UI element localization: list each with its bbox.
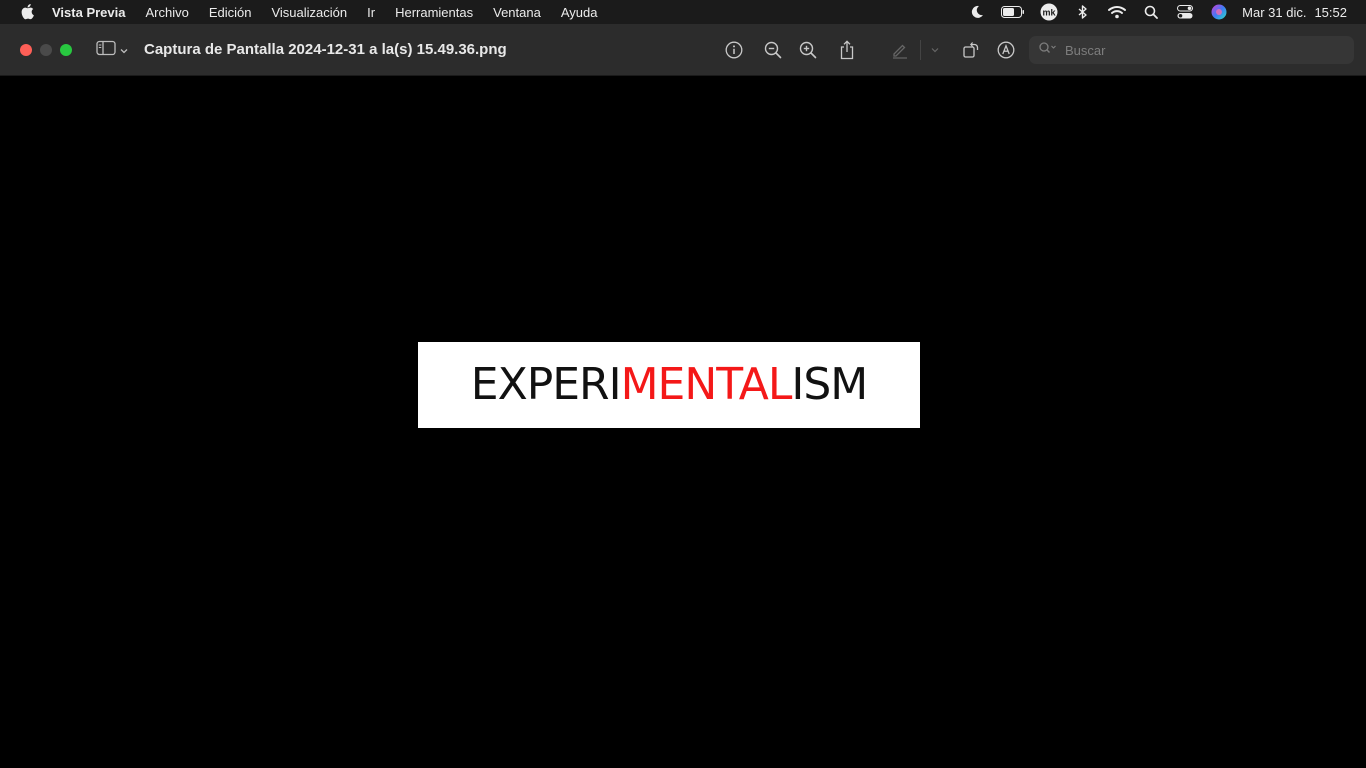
- experimentalism-logo: EXPERIMENTALISM: [471, 363, 868, 407]
- window-toolbar: Captura de Pantalla 2024-12-31 a la(s) 1…: [0, 24, 1366, 76]
- markup-pen-icon[interactable]: [889, 39, 911, 61]
- menu-ayuda[interactable]: Ayuda: [561, 5, 598, 20]
- spotlight-search-icon[interactable]: [1140, 3, 1162, 21]
- search-field[interactable]: Buscar: [1029, 36, 1354, 64]
- menu-edicion[interactable]: Edición: [209, 5, 252, 20]
- image-canvas: EXPERIMENTALISM: [0, 76, 1366, 768]
- status-area: mk Mar 31 dic. 15:52: [966, 0, 1366, 24]
- control-center-icon[interactable]: [1174, 3, 1196, 21]
- menu-ir[interactable]: Ir: [367, 5, 375, 20]
- mk-badge-text: mk: [1043, 8, 1057, 18]
- siri-icon[interactable]: [1208, 3, 1230, 21]
- battery-icon[interactable]: [1000, 3, 1026, 21]
- search-placeholder: Buscar: [1065, 42, 1106, 58]
- zoom-out-icon[interactable]: [762, 39, 784, 61]
- zoom-window-button[interactable]: [60, 44, 72, 56]
- logo-text-part1: EXPERI: [470, 359, 622, 410]
- menubar-date[interactable]: Mar 31 dic.: [1242, 5, 1306, 20]
- menu-app-name[interactable]: Vista Previa: [52, 5, 125, 20]
- sidebar-toggle-button[interactable]: [96, 40, 134, 60]
- menubar-time[interactable]: 15:52: [1314, 5, 1347, 20]
- close-window-button[interactable]: [20, 44, 32, 56]
- apple-logo-icon[interactable]: [18, 2, 38, 22]
- bluetooth-icon[interactable]: [1072, 3, 1094, 21]
- rotate-icon[interactable]: [960, 39, 982, 61]
- toolbar-divider: [920, 40, 921, 60]
- mk-keyboard-icon[interactable]: mk: [1038, 3, 1060, 21]
- search-icon: [1039, 41, 1057, 59]
- wifi-icon[interactable]: [1106, 3, 1128, 21]
- logo-text-part2: MENTAL: [620, 359, 793, 410]
- moon-icon[interactable]: [966, 3, 988, 21]
- chevron-down-icon: [120, 41, 128, 59]
- minimize-window-button[interactable]: [40, 44, 52, 56]
- menu-bar: Vista Previa Archivo Edición Visualizaci…: [0, 0, 1366, 24]
- share-icon[interactable]: [836, 39, 858, 61]
- menu-archivo[interactable]: Archivo: [145, 5, 188, 20]
- chevron-down-icon[interactable]: [924, 39, 946, 61]
- menu-visualizacion[interactable]: Visualización: [271, 5, 347, 20]
- document-title: Captura de Pantalla 2024-12-31 a la(s) 1…: [144, 41, 507, 58]
- zoom-in-icon[interactable]: [797, 39, 819, 61]
- info-icon[interactable]: [723, 39, 745, 61]
- sidebar-icon: [96, 40, 116, 61]
- logo-text-part3: ISM: [791, 359, 868, 410]
- menu-ventana[interactable]: Ventana: [493, 5, 541, 20]
- annotate-icon[interactable]: [995, 39, 1017, 61]
- displayed-image: EXPERIMENTALISM: [418, 342, 920, 428]
- menu-herramientas[interactable]: Herramientas: [395, 5, 473, 20]
